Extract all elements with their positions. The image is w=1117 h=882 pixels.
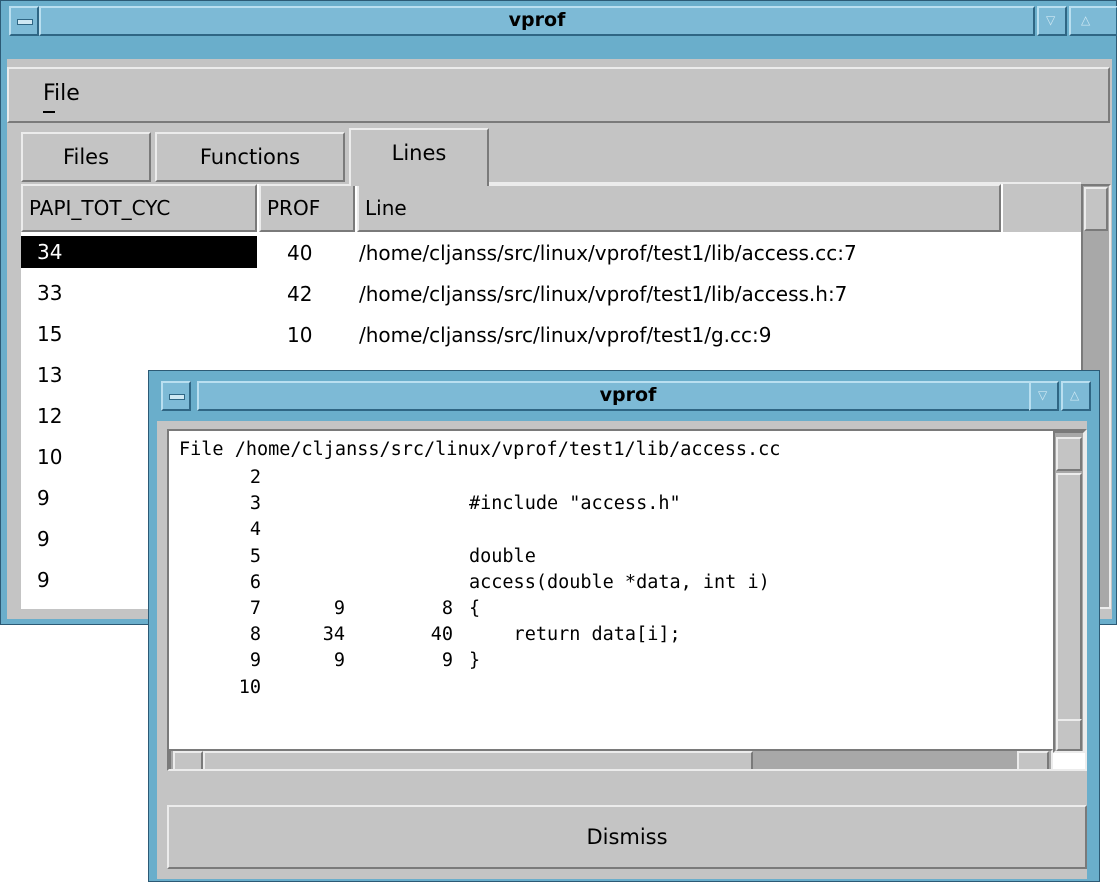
table-row[interactable]: 33 42/home/cljanss/src/linux/vprof/test1/…: [21, 273, 1081, 313]
source-titlebar: vprof ▽ △: [149, 371, 1099, 411]
source-window-title[interactable]: vprof: [197, 381, 1059, 411]
cell-prof: 10: [287, 323, 313, 347]
cell-prof: 42: [287, 282, 313, 306]
tab-functions[interactable]: Functions: [155, 132, 345, 182]
tab-lines-label: Lines: [391, 141, 447, 165]
source-window-menu-icon: [169, 394, 185, 400]
column-header-filler: [1003, 184, 1081, 232]
list-scrollbar-up-arrow[interactable]: [1084, 187, 1108, 231]
maximize-button[interactable]: △: [1069, 6, 1117, 36]
tab-files[interactable]: Files: [21, 132, 151, 182]
file-menu[interactable]: File: [43, 81, 80, 106]
source-line-cyc: 9: [333, 598, 345, 619]
minimize-button[interactable]: ▽: [1037, 6, 1067, 36]
source-vertical-scrollbar[interactable]: [1053, 431, 1085, 753]
source-scroll-thumb[interactable]: [1056, 473, 1082, 723]
column-header-prof[interactable]: PROF: [259, 184, 355, 232]
window-menu-button[interactable]: [9, 6, 39, 36]
source-hscroll-thumb[interactable]: [203, 751, 753, 769]
column-header-papi-tot-cyc[interactable]: PAPI_TOT_CYC: [21, 184, 257, 232]
source-line-cyc: 34: [322, 624, 345, 646]
tab-functions-label: Functions: [199, 145, 301, 169]
menu-bar: File: [7, 67, 1110, 123]
source-scroll-up-arrow[interactable]: [1056, 437, 1082, 471]
source-line-number: 6: [249, 571, 261, 593]
source-line-prof: 40: [430, 624, 453, 646]
minimize-icon: ▽: [1046, 13, 1056, 27]
source-line-number: 9: [249, 650, 261, 672]
tab-files-label: Files: [62, 145, 110, 169]
source-line-code: access(double *data, int i): [469, 571, 770, 593]
main-titlebar: vprof ▽ △: [1, 1, 1117, 41]
source-line-number: 2: [249, 467, 261, 488]
source-line-number: 4: [249, 519, 261, 541]
cell-prof: 40: [287, 241, 313, 265]
main-window-title[interactable]: vprof: [39, 6, 1035, 36]
cell-papi-tot-cyc: 33: [37, 281, 63, 305]
source-line-prof: 9: [441, 650, 453, 672]
cell-line: /home/cljanss/src/linux/vprof/test1/lib/…: [359, 282, 848, 306]
source-line-code: #include "access.h": [469, 493, 681, 515]
source-window-menu-button[interactable]: [161, 381, 191, 411]
source-minimize-button[interactable]: ▽: [1029, 381, 1059, 411]
source-maximize-icon: △: [1070, 388, 1080, 402]
source-horizontal-scrollbar[interactable]: [169, 749, 1053, 769]
source-line-number: 7: [249, 598, 261, 619]
dismiss-button[interactable]: Dismiss: [167, 805, 1087, 869]
cell-line: /home/cljanss/src/linux/vprof/test1/g.cc…: [359, 323, 772, 347]
source-scroll-right-arrow[interactable]: [1017, 751, 1049, 769]
source-line-number: 5: [249, 545, 261, 567]
source-line-code: double: [469, 545, 536, 567]
cell-papi-tot-cyc: 15: [37, 322, 63, 346]
table-row[interactable]: 34 40/home/cljanss/src/linux/vprof/test1/…: [21, 232, 1081, 272]
column-header-line[interactable]: Line: [357, 184, 1001, 232]
cell-line: /home/cljanss/src/linux/vprof/test1/lib/…: [359, 241, 857, 265]
source-line-code: {: [469, 598, 481, 619]
source-line-cyc: 9: [333, 650, 345, 672]
source-line-code: }: [469, 650, 481, 672]
source-maximize-button[interactable]: △: [1061, 381, 1091, 411]
tab-lines[interactable]: Lines: [349, 128, 489, 186]
maximize-icon: △: [1081, 13, 1091, 27]
table-row[interactable]: 15 10/home/cljanss/src/linux/vprof/test1/…: [21, 314, 1081, 354]
source-line-number: 10: [238, 676, 261, 698]
cell-papi-tot-cyc: 34: [21, 236, 257, 268]
source-line-number: 8: [249, 624, 261, 646]
source-line-prof: 8: [441, 598, 453, 619]
source-scroll-left-arrow[interactable]: [173, 751, 203, 769]
source-file-header: File /home/cljanss/src/linux/vprof/test1…: [179, 439, 781, 460]
dismiss-button-label: Dismiss: [586, 825, 668, 849]
source-minimize-icon: ▽: [1038, 388, 1048, 402]
source-window: vprof ▽ △ File /home/cljanss/src/linux/v…: [148, 370, 1100, 882]
source-text-view[interactable]: File /home/cljanss/src/linux/vprof/test1…: [167, 429, 1087, 771]
window-menu-icon: [17, 19, 33, 25]
source-line-number: 3: [249, 493, 261, 515]
source-scroll-down-arrow[interactable]: [1056, 719, 1082, 751]
file-menu-mnemonic: [43, 111, 55, 113]
source-line-code: return data[i];: [469, 624, 681, 646]
